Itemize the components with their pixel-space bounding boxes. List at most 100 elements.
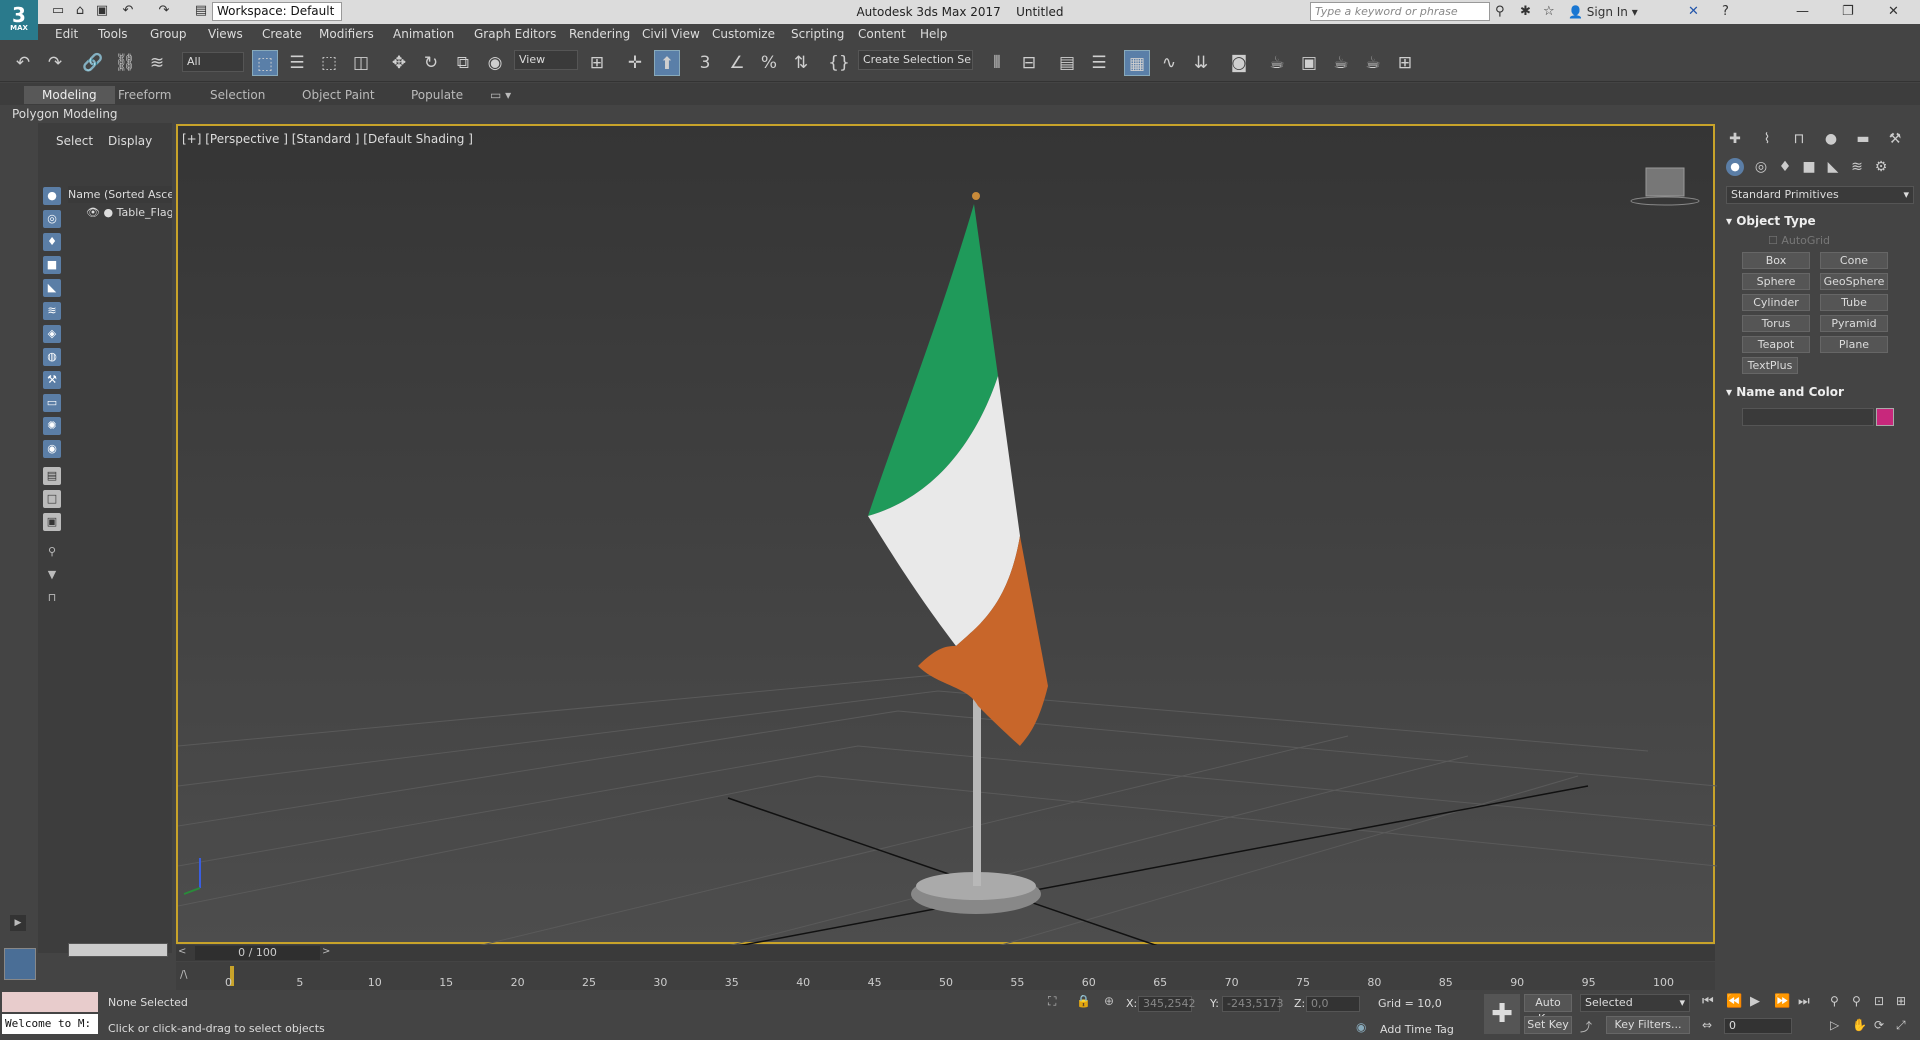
new-file-icon[interactable]: ▭ [50,3,66,19]
minimize-button[interactable]: — [1796,3,1809,21]
name-and-color-rollout[interactable]: ▾ Name and Color [1726,383,1844,401]
help-icon[interactable]: ? [1722,3,1729,21]
close-button[interactable]: ✕ [1888,3,1899,21]
bind-space-warp-icon[interactable]: ≋ [144,50,170,76]
hierarchy-panel-icon[interactable]: ⊓ [1790,130,1808,148]
teapot-button[interactable]: Teapot [1742,336,1810,353]
next-frame-icon[interactable]: > [322,946,330,957]
menu-group[interactable]: Group [150,24,187,44]
geometry-category-icon[interactable]: ● [1726,158,1744,176]
time-slider[interactable]: 0 / 100 [195,946,320,960]
go-to-start-icon[interactable]: ⏮ [1702,994,1714,1009]
undo-icon[interactable]: ↶ [120,3,136,19]
create-panel-icon[interactable]: ✚ [1726,130,1744,148]
viewport-layout-icon[interactable] [4,948,36,980]
modify-panel-icon[interactable]: ⌇ [1758,130,1776,148]
absolute-mode-icon[interactable]: ⊕ [1104,994,1114,1008]
scene-explorer-icon[interactable]: ▦ [1124,50,1150,76]
menu-content[interactable]: Content [858,24,906,44]
move-icon[interactable]: ✥ [386,50,412,76]
pivot-center-icon[interactable]: ⊞ [584,50,610,76]
snaps-toggle-icon[interactable]: 3 [692,50,718,76]
plane-button[interactable]: Plane [1820,336,1888,353]
display-particles-icon[interactable]: ✺ [43,417,61,435]
space-warps-category-icon[interactable]: ≋ [1848,158,1866,176]
mirror-icon[interactable]: ⫴ [984,50,1010,76]
save-icon[interactable]: ▣ [94,3,110,19]
ribbon-options-icon[interactable]: ▭ ▾ [490,86,511,104]
orbit-icon[interactable]: ⟳ [1874,1018,1884,1032]
viewport-label[interactable]: [+] [Perspective ] [Standard ] [Default … [182,132,473,146]
menu-rendering[interactable]: Rendering [569,24,630,44]
add-time-tag[interactable]: Add Time Tag [1380,1023,1454,1036]
visibility-eye-icon[interactable]: 👁 [86,206,100,219]
maxscript-listener-pink[interactable] [2,992,98,1012]
tab-modeling[interactable]: Modeling [24,86,115,104]
rectangular-selection-icon[interactable]: ⬚ [316,50,342,76]
redo-icon[interactable]: ↷ [42,50,68,76]
open-file-icon[interactable]: ⌂ [72,3,88,19]
menu-animation[interactable]: Animation [393,24,454,44]
rotate-icon[interactable]: ↻ [418,50,444,76]
x-coordinate-field[interactable]: 345,2542 [1138,996,1196,1012]
go-to-end-icon[interactable]: ⏭ [1798,994,1810,1009]
edit-named-selection-icon[interactable]: {} [826,50,852,76]
helpers-category-icon[interactable]: ◣ [1824,158,1842,176]
menu-edit[interactable]: Edit [55,24,78,44]
reference-coord-dropdown[interactable]: View [514,50,578,70]
scale-icon[interactable]: ⧉ [450,50,476,76]
undo-icon[interactable]: ↶ [10,50,36,76]
prev-frame-icon[interactable]: < [178,946,186,957]
scene-horizontal-scrollbar[interactable] [68,943,168,957]
systems-category-icon[interactable]: ⚙ [1872,158,1890,176]
pan-view-icon[interactable]: ✋ [1852,1018,1867,1032]
key-mode-dropdown[interactable]: Selected ▾ [1580,994,1690,1012]
selection-lock-icon[interactable]: 🔒 [1076,994,1091,1008]
tab-selection[interactable]: Selection [210,86,265,104]
render-setup-icon[interactable]: ☕ [1264,50,1290,76]
display-helpers-icon[interactable]: ◣ [43,279,61,297]
select-manipulate-icon[interactable]: ✛ [622,50,648,76]
motion-panel-icon[interactable]: ● [1822,130,1840,148]
menu-graph-editors[interactable]: Graph Editors [474,24,556,44]
geosphere-button[interactable]: GeoSphere [1820,273,1888,290]
filter-icon[interactable]: ⚲ [43,543,61,561]
schematic-view-icon[interactable]: ⇊ [1188,50,1214,76]
display-cameras-icon[interactable]: ■ [43,256,61,274]
polygon-modeling-panel[interactable]: Polygon Modeling [12,105,118,123]
field-of-view-icon[interactable]: ▷ [1830,1018,1839,1032]
material-editor-icon[interactable]: ◙ [1226,50,1252,76]
search-input[interactable]: Type a keyword or phrase [1310,2,1490,21]
maxscript-listener[interactable]: Welcome to M: [2,1014,98,1034]
auto-key-button[interactable]: Auto Key [1524,994,1572,1025]
sign-in-button[interactable]: 👤 Sign In ▾ [1568,3,1638,21]
window-crossing-icon[interactable]: ◫ [348,50,374,76]
tab-object-paint[interactable]: Object Paint [302,86,375,104]
object-name-input[interactable] [1742,408,1874,426]
select-by-name-icon[interactable]: ☰ [284,50,310,76]
render-iterative-icon[interactable]: ☕ [1360,50,1386,76]
menu-tools[interactable]: Tools [98,24,128,44]
exchange-icon[interactable]: ✕ [1688,3,1699,21]
key-filters-button[interactable]: Key Filters... [1606,1016,1690,1034]
favorites-star-icon[interactable]: ☆ [1543,3,1555,21]
next-key-icon[interactable]: ⏩ [1774,994,1790,1009]
redo-icon[interactable]: ↷ [156,3,172,19]
box-button[interactable]: Box [1742,252,1810,269]
tab-populate[interactable]: Populate [411,86,463,104]
menu-customize[interactable]: Customize [712,24,775,44]
display-lights-icon[interactable]: ♦ [43,233,61,251]
menu-create[interactable]: Create [262,24,302,44]
display-all-icon[interactable]: ▤ [43,467,61,485]
cameras-category-icon[interactable]: ■ [1800,158,1818,176]
select-object-icon[interactable]: ⬚ [252,50,278,76]
menu-help[interactable]: Help [920,24,947,44]
display-space-warps-icon[interactable]: ≋ [43,302,61,320]
toggle-ribbon-icon[interactable]: ☰ [1086,50,1112,76]
z-coordinate-field[interactable]: 0,0 [1306,996,1360,1012]
autogrid-checkbox[interactable]: ☐ AutoGrid [1768,234,1830,247]
display-frozen-icon[interactable]: ◉ [43,440,61,458]
display-xrefs-icon[interactable]: ◍ [43,348,61,366]
named-selection-dropdown[interactable]: Create Selection Se [858,50,973,70]
view-cube[interactable] [1630,167,1700,206]
